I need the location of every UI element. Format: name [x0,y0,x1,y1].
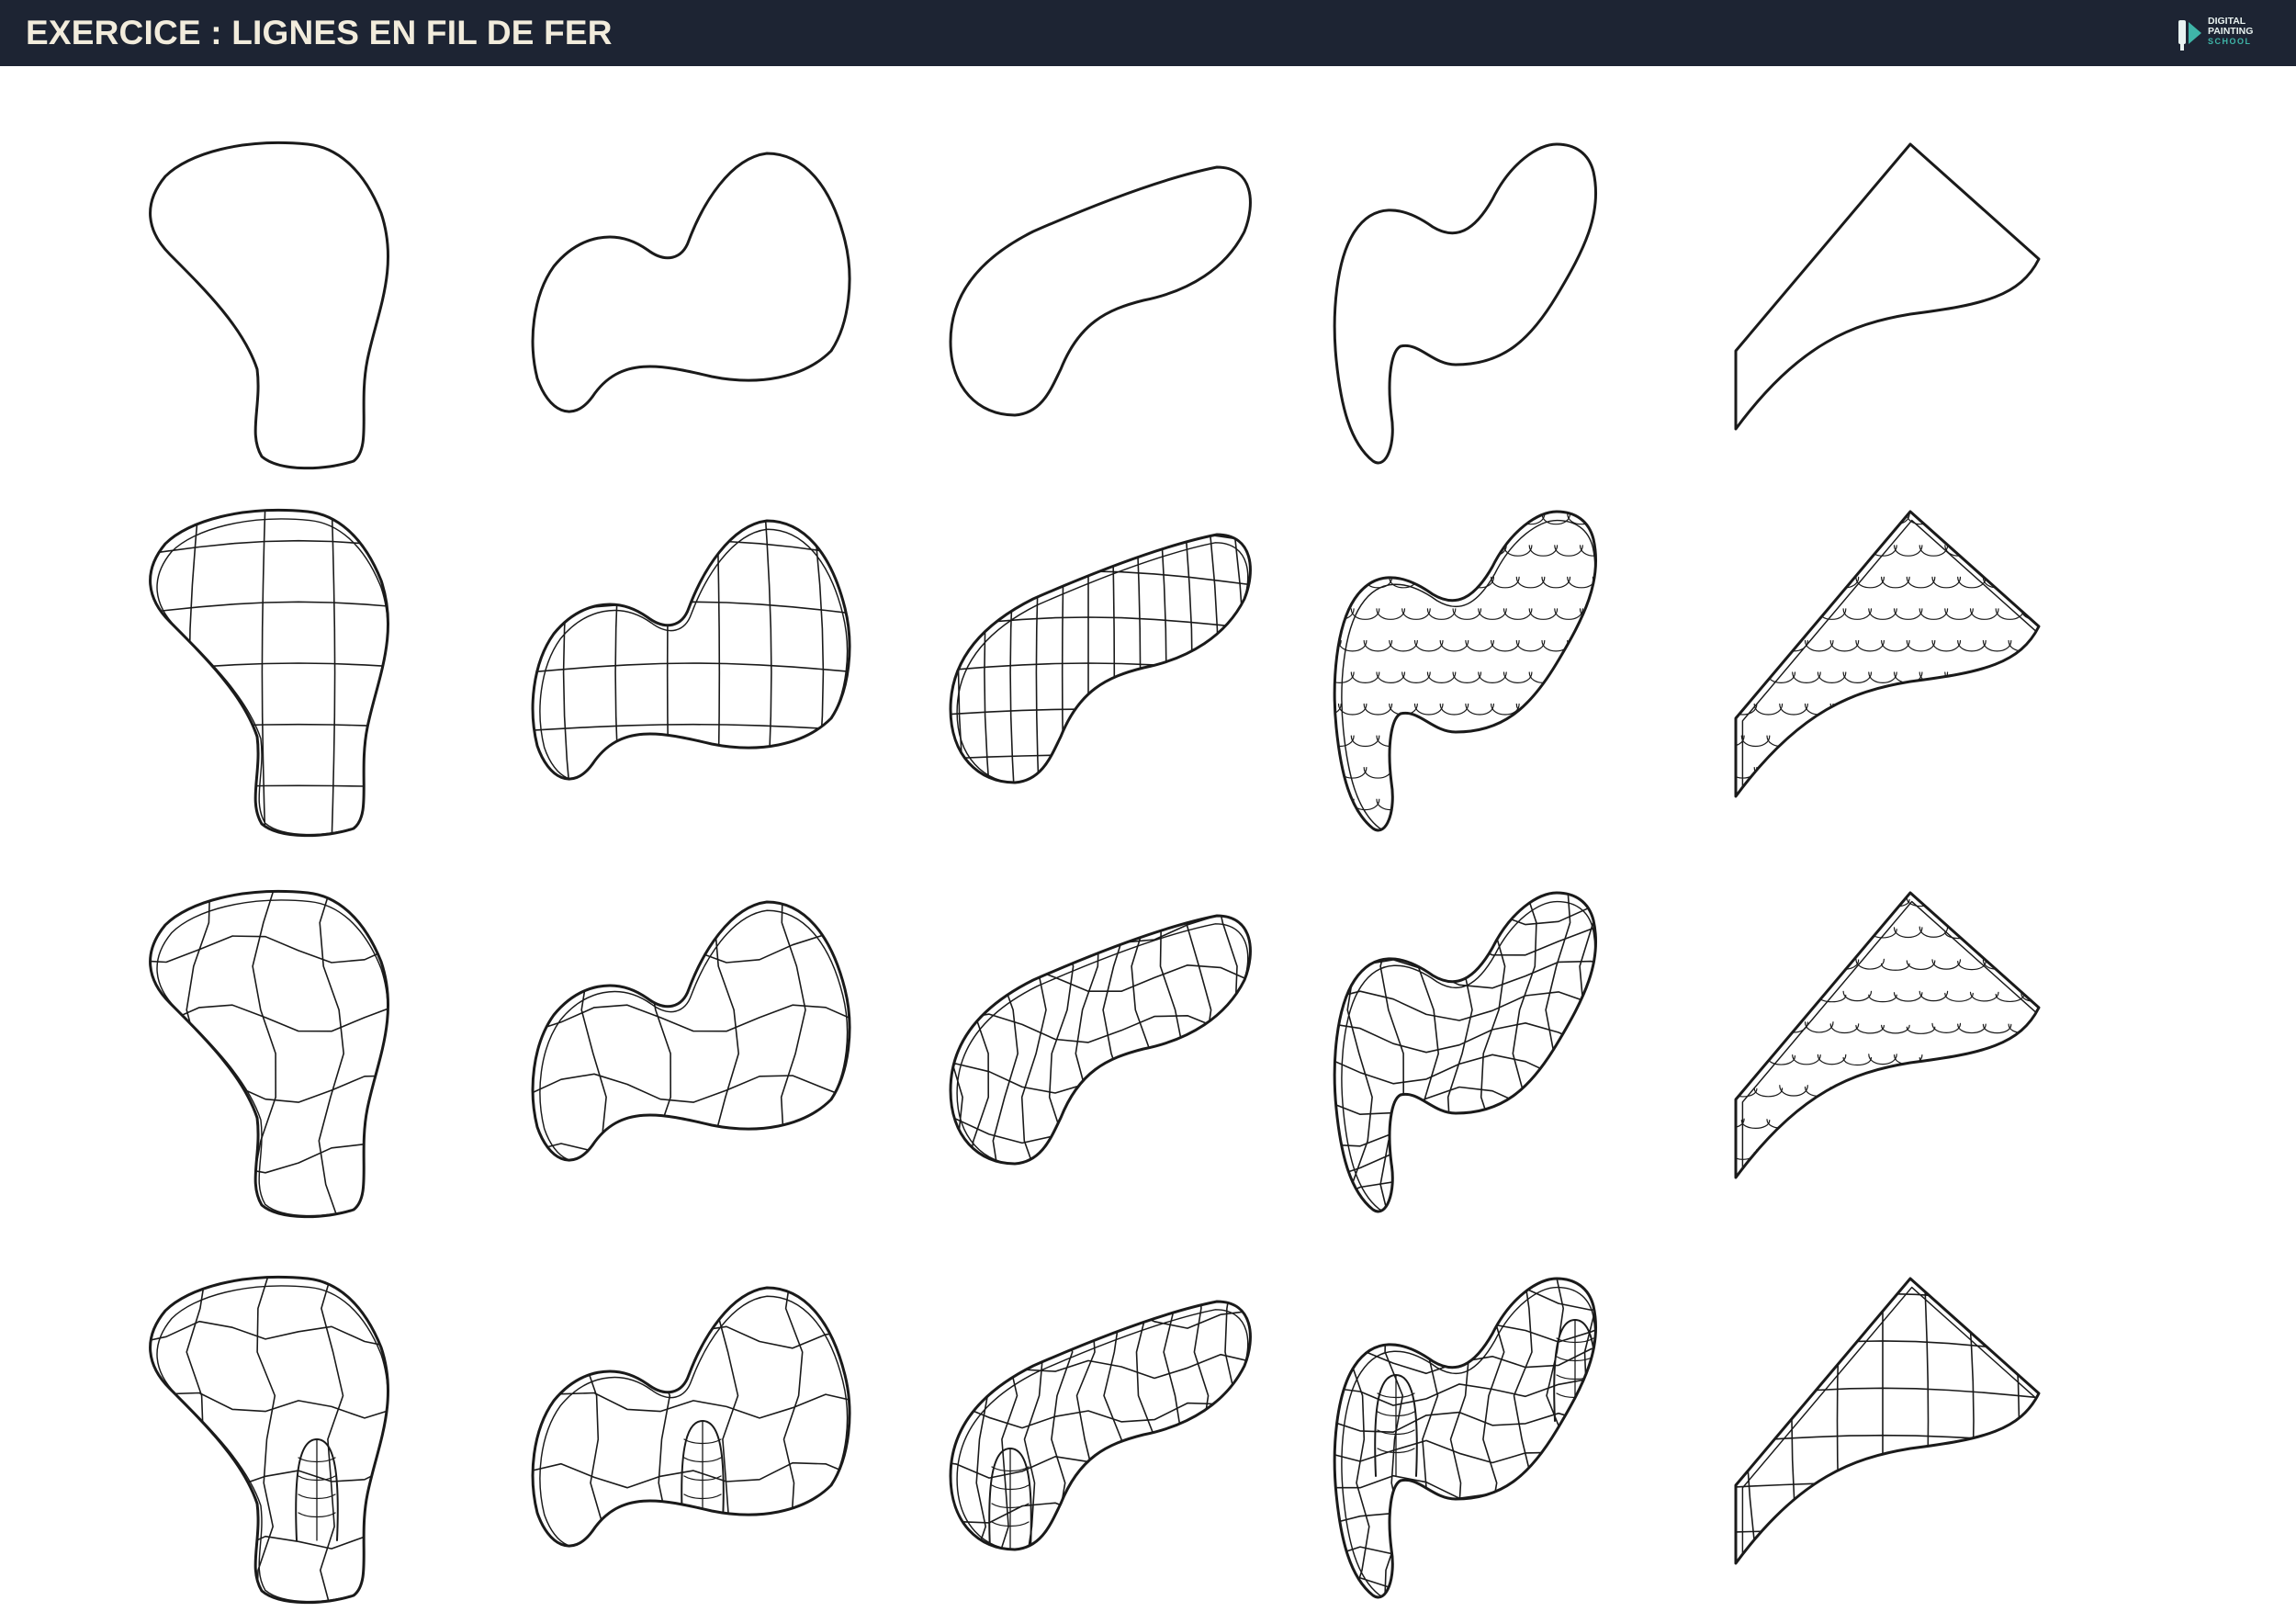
digital-painting-school-logo: DIGITAL PAINTING SCHOOL [2177,13,2276,53]
shape-r3-c2 [531,900,851,1162]
shape-r2-c3 [949,533,1252,784]
wireframe-shapes-sheet [149,141,2041,1605]
shape-r1-c5 [1734,142,2041,431]
shape-r4-c1 [149,1275,390,1605]
shape-r2-c1 [149,508,390,838]
header-bar: EXERCICE : LIGNES EN FIL DE FER DIGITAL … [0,0,2296,66]
shape-r1-c1 [149,141,390,470]
shape-r4-c2 [531,1286,851,1548]
shape-r2-c5 [1734,510,2041,798]
shape-r1-c3 [949,165,1252,417]
shape-r3-c3 [949,914,1252,1166]
logo-wordmark: DIGITAL PAINTING SCHOOL [2208,17,2253,47]
shape-r3-c5 [1734,891,2041,1179]
shape-r3-c1 [149,889,390,1219]
shape-r1-c2 [531,152,851,413]
shape-r3-c4 [1333,891,1598,1213]
paintbrush-play-icon [2178,20,2201,51]
shape-r1-c4 [1333,142,1598,465]
shape-r4-c3 [949,1300,1252,1551]
page-title: EXERCICE : LIGNES EN FIL DE FER [26,14,613,51]
shape-r4-c5 [1734,1277,2041,1565]
logo-line-2: PAINTING [2208,26,2254,37]
logo-line-3: SCHOOL [2208,37,2252,46]
shape-r2-c4 [1333,510,1598,832]
shape-r4-c4 [1333,1277,1598,1599]
shape-r2-c2 [531,519,851,781]
